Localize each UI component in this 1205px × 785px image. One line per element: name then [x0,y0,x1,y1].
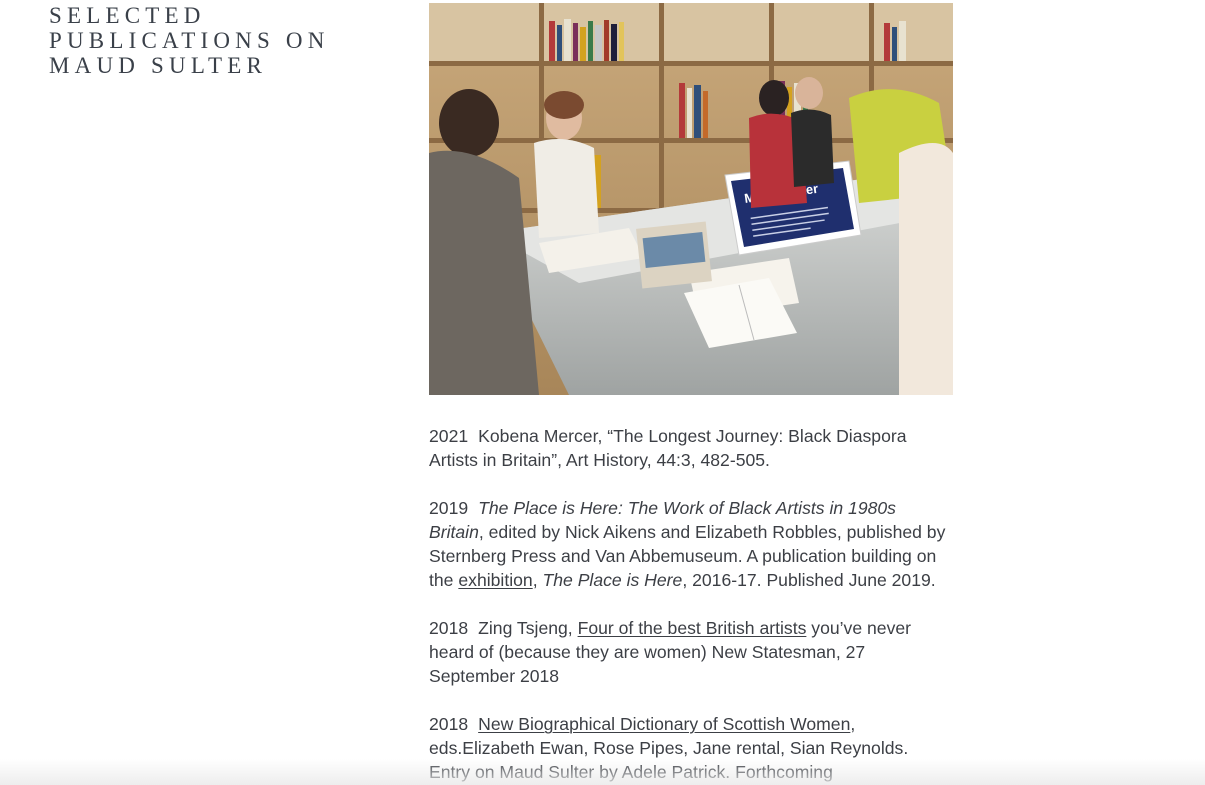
entry-author: Zing Tsjeng, [478,618,573,638]
exhibition-photo: Maud Sulter [429,3,953,395]
publications-list: 2021 Kobena Mercer, “The Longest Journey:… [429,424,953,785]
publication-entry: 2021 Kobena Mercer, “The Longest Journey:… [429,424,953,472]
exhibition-link[interactable]: exhibition [458,570,532,590]
publication-entry: 2018 New Biographical Dictionary of Scott… [429,712,953,784]
page-title: Selected Publications on Maud Sulter [49,3,330,78]
page: Selected Publications on Maud Sulter [0,0,1205,785]
entry-date: , 2016-17. Published June 2019. [682,570,936,590]
entry-year: 2018 [429,618,469,638]
entry-year: 2018 [429,714,469,734]
entry-details: Art History, 44:3, 482-505. [565,450,770,470]
entry-comma: , [532,570,538,590]
exhibition-title: The Place is Here [542,570,683,590]
entry-year: 2019 [429,498,469,518]
publication-entry: 2018 Zing Tsjeng, Four of the best Britis… [429,616,953,688]
article-link[interactable]: Four of the best British artists [578,618,807,638]
publication-entry: 2019 The Place is Here: The Work of Black… [429,496,953,592]
entry-year: 2021 [429,426,469,446]
dictionary-link[interactable]: New Biographical Dictionary of Scottish … [478,714,850,734]
entry-author: Kobena Mercer, [478,426,603,446]
